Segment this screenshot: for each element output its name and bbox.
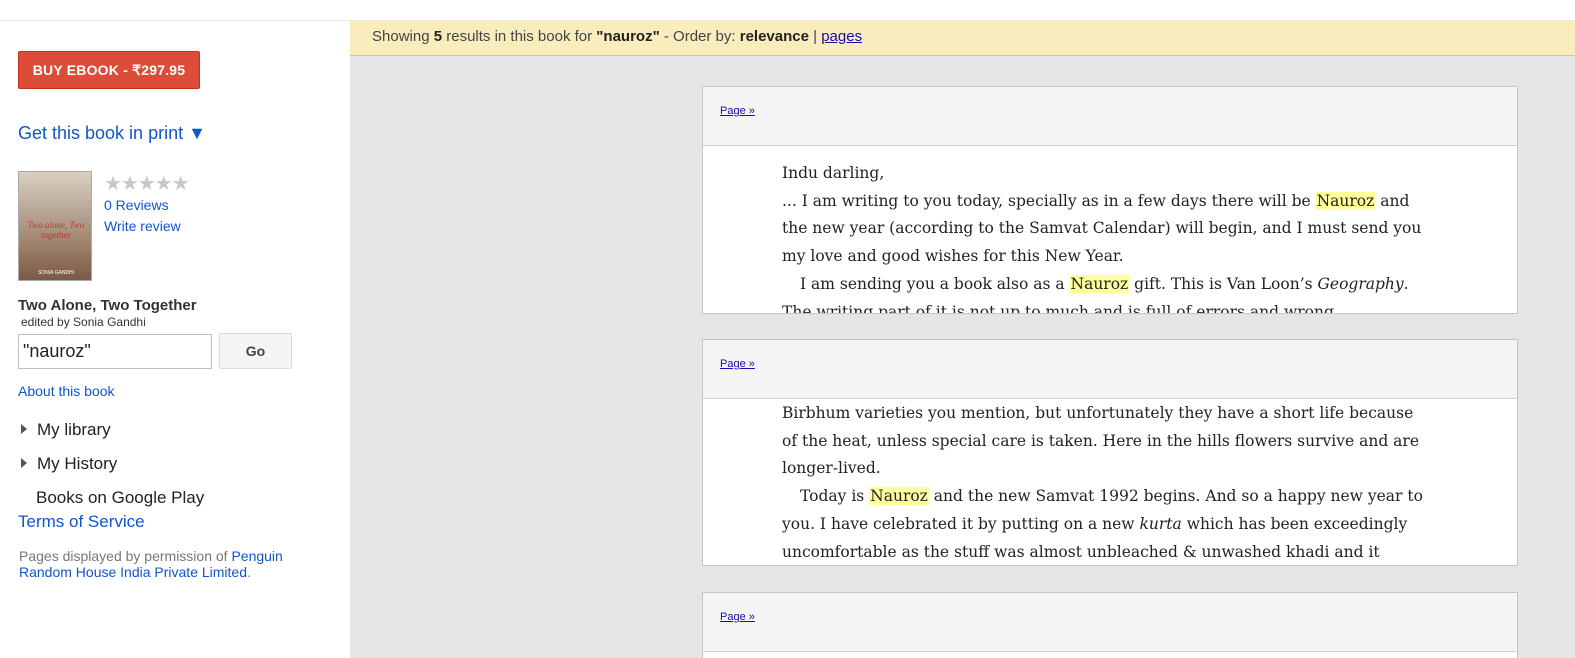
cover-author: SONIA GANDHI	[37, 270, 75, 276]
permission-note: Pages displayed by permission of Penguin…	[19, 548, 319, 580]
sidebar: BUY EBOOK - ₹297.95 Get this book in pri…	[0, 21, 351, 658]
reviews-link[interactable]: 0 Reviews	[104, 197, 169, 213]
highlighted-term: Nauroz	[869, 487, 929, 506]
my-library-label: My library	[37, 420, 111, 439]
snippet-image-text[interactable]: Birbhum varieties you mention, but unfor…	[703, 399, 1517, 565]
buy-ebook-button[interactable]: BUY EBOOK - ₹297.95	[18, 51, 200, 89]
results-count: 5	[433, 28, 443, 45]
snippet-line: The writing part of it is not up to much…	[782, 302, 1334, 314]
snippet-line: Indu darling,	[782, 164, 885, 182]
expand-arrow-icon	[21, 424, 27, 434]
snippet-line: longer-lived.	[782, 459, 881, 478]
cover-title: Two alone, Two together	[27, 220, 85, 240]
results-summary-bar: Showing 5 results in this book for "naur…	[350, 21, 1575, 56]
order-by-pages-link[interactable]: pages	[821, 28, 862, 45]
top-bar	[0, 0, 1575, 21]
search-result-snippet: Page » Indu darling, ... I am writing to…	[702, 86, 1518, 314]
page-link[interactable]: Page »	[720, 358, 755, 370]
snippet-line: of the heat, unless special care is take…	[782, 431, 1419, 450]
book-author: edited by Sonia Gandhi	[21, 315, 146, 329]
terms-of-service-link[interactable]: Terms of Service	[18, 512, 145, 532]
order-separator: |	[808, 28, 822, 45]
snippet-line: my love and good wishes for this New Yea…	[782, 247, 1124, 266]
results-pane: Showing 5 results in this book for "naur…	[350, 21, 1575, 658]
snippet-line: ... I am writing to you today, specially…	[782, 191, 1410, 210]
rating-stars: ★★★★★	[104, 173, 190, 195]
permission-prefix: Pages displayed by permission of	[19, 548, 232, 564]
my-library-item[interactable]: My library	[18, 420, 111, 440]
books-on-google-play-link[interactable]: Books on Google Play	[36, 488, 204, 508]
results-showing-text: Showing	[372, 28, 434, 45]
my-history-item[interactable]: My History	[18, 454, 117, 474]
write-review-link[interactable]: Write review	[104, 218, 181, 234]
results-query: "nauroz"	[596, 28, 660, 45]
snippet-line: I am sending you a book also as a Nauroz…	[800, 274, 1409, 293]
get-book-in-print-link[interactable]: Get this book in print ▼	[18, 123, 206, 144]
search-in-book-input[interactable]	[18, 334, 212, 369]
search-result-snippet: Page » Birbhum varieties you mention, bu…	[702, 339, 1518, 566]
order-relevance: relevance	[739, 28, 809, 45]
book-cover[interactable]: Two alone, Two together SONIA GANDHI	[18, 171, 92, 281]
expand-arrow-icon	[21, 458, 27, 468]
snippet-line: uncomfortable as the stuff was almost un…	[782, 542, 1380, 561]
page-link[interactable]: Page »	[720, 611, 755, 623]
about-this-book-link[interactable]: About this book	[18, 383, 115, 399]
my-history-label: My History	[37, 454, 118, 473]
page-link[interactable]: Page »	[720, 105, 755, 117]
snippet-line: Birbhum varieties you mention, but unfor…	[782, 404, 1414, 422]
snippet-image-text[interactable]: Indu darling, ... I am writing to you to…	[703, 146, 1517, 314]
book-title: Two Alone, Two Together	[18, 297, 197, 314]
results-mid-text: results in this book for	[442, 28, 597, 45]
highlighted-term: Nauroz	[1315, 191, 1376, 210]
snippet-line: the new year (according to the Samvat Ca…	[782, 219, 1422, 238]
snippet-line: Today is Nauroz and the new Samvat 1992 …	[800, 487, 1423, 506]
snippet-line: you. I have celebrated it by putting on …	[782, 514, 1408, 533]
permission-suffix: .	[247, 564, 251, 580]
snippet-header: Page »	[703, 593, 1517, 652]
order-by-label: - Order by:	[659, 28, 740, 45]
snippet-header: Page »	[703, 340, 1517, 399]
snippet-header: Page »	[703, 87, 1517, 146]
go-button[interactable]: Go	[219, 333, 292, 369]
search-result-snippet: Page »	[702, 592, 1518, 658]
highlighted-term: Nauroz	[1069, 274, 1130, 293]
